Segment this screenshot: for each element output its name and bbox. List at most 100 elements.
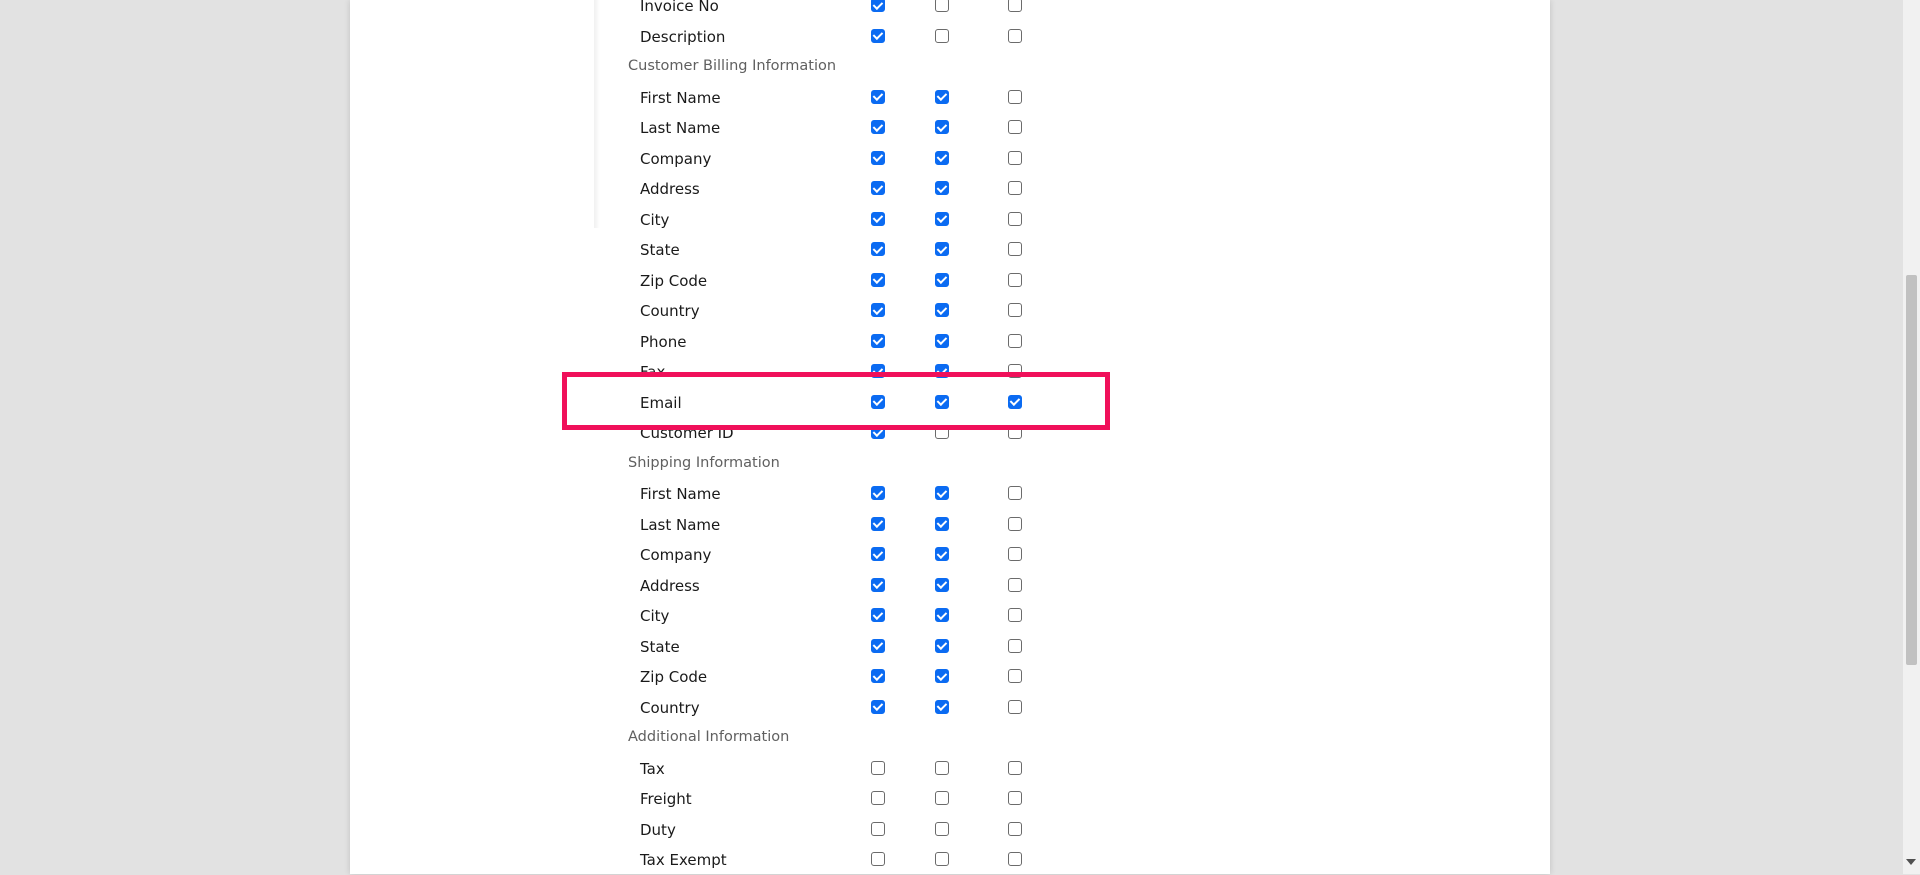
field-row-zip-code: Zip Code [600,662,1160,692]
field-label: Invoice No [640,0,719,15]
field-checkbox-col3[interactable] [1008,28,1022,43]
field-checkbox-col3[interactable] [1008,150,1022,165]
field-label: Company [640,546,712,564]
field-checkbox-col3[interactable] [1008,760,1022,775]
field-checkbox-col3[interactable] [1008,516,1022,531]
field-checkbox-col1[interactable] [871,486,885,500]
field-checkbox-col2[interactable] [935,28,949,43]
field-row-state: State [600,632,1160,662]
field-checkbox-col1[interactable] [871,181,885,195]
field-label: Zip Code [640,271,708,290]
field-checkbox-col3[interactable] [1008,242,1022,256]
field-checkbox-col1[interactable] [871,547,885,561]
field-checkbox-col3[interactable] [1008,577,1022,592]
field-checkbox-col1[interactable] [871,333,885,348]
field-checkbox-col3[interactable] [1008,638,1022,653]
field-checkbox-col1[interactable] [871,242,885,256]
field-checkbox-col1[interactable] [871,821,885,836]
field-checkbox-col1[interactable] [871,516,885,531]
field-label: Freight [640,790,692,808]
field-label: First Name [640,88,721,107]
field-checkbox-col2[interactable] [935,669,949,683]
field-label: City [640,210,670,229]
field-checkbox-col1[interactable] [871,577,885,592]
field-checkbox-col3[interactable] [1008,181,1022,195]
field-checkbox-col2[interactable] [935,242,949,256]
field-row-last-name: Last Name [600,510,1160,540]
field-checkbox-col2[interactable] [935,89,949,104]
field-checkbox-col2[interactable] [935,791,949,805]
field-checkbox-col1[interactable] [871,608,885,622]
field-checkbox-col3[interactable] [1008,0,1022,12]
field-label: Description [640,27,726,46]
field-checkbox-col1[interactable] [871,303,885,317]
section-header: Shipping Information [600,449,1160,479]
field-checkbox-col1[interactable] [871,669,885,683]
field-checkbox-col1[interactable] [871,791,885,805]
field-checkbox-col1[interactable] [871,89,885,104]
field-checkbox-col3[interactable] [1008,333,1022,348]
field-label: Zip Code [640,668,708,686]
field-label: Tax [640,759,665,778]
field-row-state: State [600,235,1160,265]
field-row-city: City [600,601,1160,631]
field-checkbox-col3[interactable] [1008,89,1022,104]
field-checkbox-col1[interactable] [871,211,885,226]
field-checkbox-col3[interactable] [1008,791,1022,805]
field-label: Last Name [640,119,721,137]
field-checkbox-col1[interactable] [871,699,885,714]
section-header-label: Additional Information [628,729,790,745]
field-checkbox-col2[interactable] [935,547,949,561]
field-row-country: Country [600,693,1160,723]
field-checkbox-col2[interactable] [935,821,949,836]
field-label: Tax Exempt [640,851,727,869]
field-checkbox-col2[interactable] [935,181,949,195]
field-checkbox-col2[interactable] [935,638,949,653]
field-checkbox-col2[interactable] [935,303,949,317]
field-checkbox-col1[interactable] [871,272,885,287]
field-checkbox-col3[interactable] [1008,303,1022,317]
field-checkbox-col1[interactable] [871,28,885,43]
field-row-first-name: First Name [600,83,1160,113]
field-checkbox-col3[interactable] [1008,821,1022,836]
field-checkbox-col1[interactable] [871,852,885,866]
field-checkbox-col3[interactable] [1008,272,1022,287]
section-header-label: Shipping Information [628,454,780,471]
field-checkbox-col2[interactable] [935,760,949,775]
field-checkbox-col2[interactable] [935,211,949,226]
field-row-address: Address [600,571,1160,601]
field-checkbox-col2[interactable] [935,272,949,287]
field-checkbox-col3[interactable] [1008,669,1022,683]
field-checkbox-col2[interactable] [935,577,949,592]
field-checkbox-col3[interactable] [1008,486,1022,500]
field-checkbox-col3[interactable] [1008,608,1022,622]
scroll-down-arrow-icon[interactable] [1906,859,1916,865]
field-checkbox-col1[interactable] [871,120,885,134]
field-checkbox-col2[interactable] [935,333,949,348]
field-label: Country [640,698,700,717]
field-label: Duty [640,820,676,839]
field-row-country: Country [600,296,1160,326]
field-checkbox-col2[interactable] [935,699,949,714]
field-checkbox-col2[interactable] [935,120,949,134]
field-checkbox-col2[interactable] [935,608,949,622]
field-checkbox-col1[interactable] [871,638,885,653]
field-checkbox-col3[interactable] [1008,211,1022,226]
scrollbar-thumb[interactable] [1906,275,1917,665]
field-row-tax-exempt: Tax Exempt [600,845,1160,875]
field-checkbox-col3[interactable] [1008,699,1022,714]
field-checkbox-col2[interactable] [935,486,949,500]
field-checkbox-col2[interactable] [935,516,949,531]
field-checkbox-col1[interactable] [871,150,885,165]
field-checkbox-col3[interactable] [1008,852,1022,866]
field-row-address: Address [600,174,1160,204]
field-checkbox-col1[interactable] [871,760,885,775]
field-checkbox-col2[interactable] [935,0,949,12]
field-checkbox-col3[interactable] [1008,120,1022,134]
field-row-last-name: Last Name [600,113,1160,143]
field-checkbox-col2[interactable] [935,852,949,866]
field-checkbox-col1[interactable] [871,0,885,12]
field-checkbox-col3[interactable] [1008,547,1022,561]
field-row-company: Company [600,540,1160,570]
field-checkbox-col2[interactable] [935,150,949,165]
